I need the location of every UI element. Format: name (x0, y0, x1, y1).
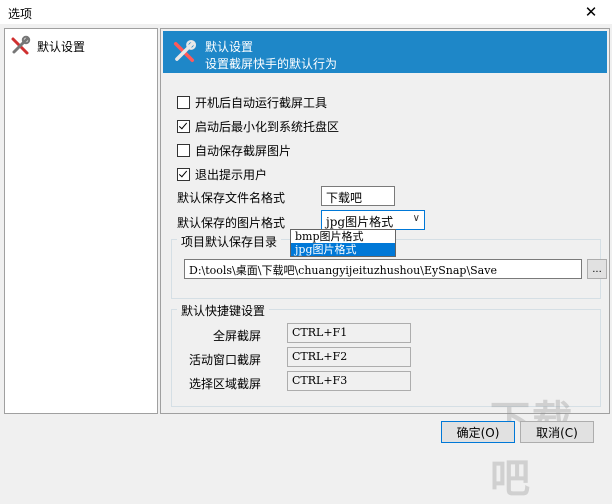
watermark-logo: 下载吧 (490, 398, 572, 502)
option-label: 退出提示用户 (195, 167, 268, 182)
title-bar: 选项 ✕ (0, 0, 612, 24)
hotkey-input-active-window[interactable]: CTRL+F2 (287, 347, 411, 367)
settings-sidebar: 默认设置 (4, 28, 158, 414)
sidebar-item-label: 默认设置 (37, 39, 86, 54)
image-format-select[interactable]: jpg图片格式 ∨ (321, 210, 425, 230)
banner-title: 默认设置 (205, 40, 254, 54)
hotkey-input-fullscreen[interactable]: CTRL+F1 (287, 323, 411, 343)
hotkey-label-region: 选择区域截屏 (188, 377, 261, 391)
banner-subtitle: 设置截屏快手的默认行为 (205, 57, 338, 71)
dropdown-option-bmp[interactable]: bmp图片格式 (291, 230, 395, 243)
filename-format-label: 默认保存文件名格式 (177, 191, 286, 205)
sidebar-item-default-settings[interactable]: 默认设置 (9, 35, 149, 57)
dropdown-option-jpg[interactable]: jpg图片格式 (291, 243, 395, 256)
minimize-to-tray-checkbox[interactable] (177, 119, 190, 133)
close-button[interactable]: ✕ (570, 0, 612, 24)
section-banner: 默认设置 设置截屏快手的默认行为 (163, 31, 607, 73)
image-format-dropdown-list: bmp图片格式 jpg图片格式 (290, 229, 396, 257)
save-directory-title: 项目默认保存目录 (177, 233, 282, 250)
image-format-label: 默认保存的图片格式 (177, 216, 286, 230)
option-label: 开机后自动运行截屏工具 (195, 95, 328, 110)
option-exit-prompt[interactable]: 退出提示用户 (177, 165, 267, 183)
hotkey-input-region[interactable]: CTRL+F3 (287, 371, 411, 391)
option-minimize-to-tray[interactable]: 启动后最小化到系统托盘区 (177, 117, 339, 135)
browse-button[interactable]: ... (587, 259, 607, 279)
autosave-checkbox[interactable] (177, 143, 190, 157)
image-format-value: jpg图片格式 (326, 215, 394, 229)
option-label: 自动保存截屏图片 (195, 143, 292, 158)
option-label: 启动后最小化到系统托盘区 (195, 119, 340, 134)
option-autosave[interactable]: 自动保存截屏图片 (177, 141, 291, 159)
exit-prompt-checkbox[interactable] (177, 167, 190, 181)
hotkeys-title: 默认快捷键设置 (177, 302, 270, 319)
close-icon: ✕ (584, 3, 598, 21)
chevron-down-icon: ∨ (412, 213, 420, 224)
filename-format-input[interactable]: 下载吧 (321, 186, 395, 206)
settings-panel: 默认设置 设置截屏快手的默认行为 开机后自动运行截屏工具 启动后最小化到系统托盘… (160, 28, 610, 414)
autostart-checkbox[interactable] (177, 95, 190, 109)
option-autostart[interactable]: 开机后自动运行截屏工具 (177, 93, 327, 111)
hotkey-label-active-window: 活动窗口截屏 (188, 353, 261, 367)
hotkey-label-fullscreen: 全屏截屏 (212, 329, 261, 343)
save-directory-input[interactable]: D:\tools\桌面\下载吧\chuangyijeituzhushou\EyS… (184, 259, 582, 279)
tools-icon (11, 35, 31, 55)
ok-button[interactable]: 确定(O) (441, 421, 515, 443)
window-title: 选项 (8, 7, 33, 21)
cancel-button[interactable]: 取消(C) (520, 421, 594, 443)
tools-icon (173, 39, 197, 63)
